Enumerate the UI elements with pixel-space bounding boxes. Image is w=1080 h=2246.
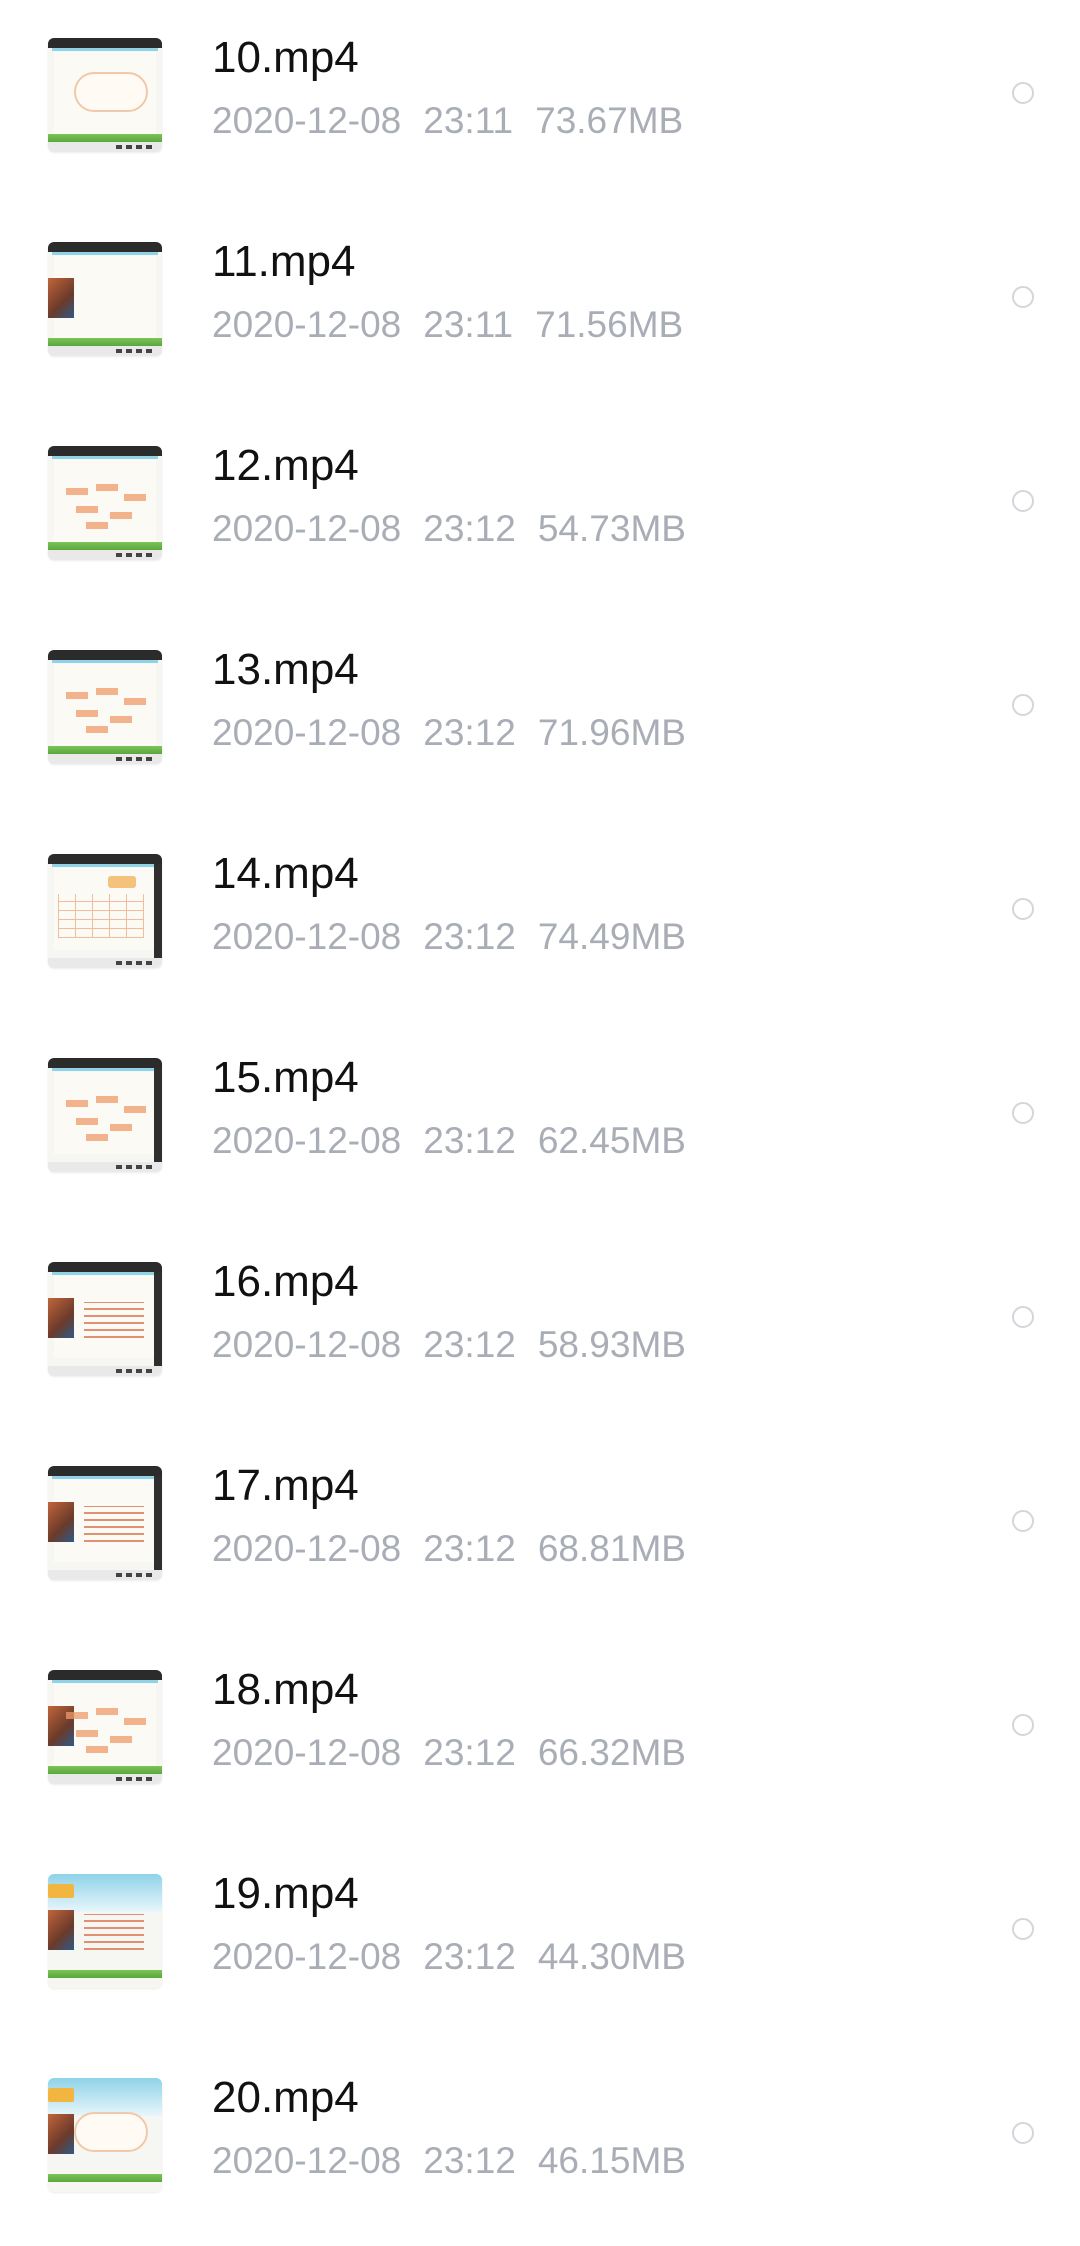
file-date: 2020-12-08 [212,1732,402,1773]
file-name: 16.mp4 [212,1257,359,1306]
file-name: 10.mp4 [212,33,359,82]
video-thumbnail-picture-icon [48,242,162,356]
list-item[interactable]: 18.mp4 2020-12-08 23:12 66.32MB [0,1632,1080,1836]
video-thumbnail-scene-icon [48,2078,162,2192]
list-item[interactable]: 19.mp4 2020-12-08 23:12 44.30MB [0,1836,1080,2040]
file-time: 23:12 [423,916,516,957]
file-time: 23:11 [423,304,514,345]
file-meta: 2020-12-08 23:12 58.93MB [212,1322,686,1368]
file-size: 71.96MB [537,712,686,753]
list-item[interactable]: 14.mp4 2020-12-08 23:12 74.49MB [0,816,1080,1020]
list-item[interactable]: 15.mp4 2020-12-08 23:12 62.45MB [0,1020,1080,1224]
file-meta: 2020-12-08 23:12 68.81MB [212,1526,686,1572]
file-time: 23:12 [423,1120,516,1161]
file-meta: 2020-12-08 23:12 62.45MB [212,1118,686,1164]
file-time: 23:12 [423,508,516,549]
file-meta: 2020-12-08 23:11 73.67MB [212,98,683,144]
video-thumbnail-mindmap-icon [48,1058,162,1172]
file-meta: 2020-12-08 23:11 71.56MB [212,302,683,348]
list-item[interactable]: 16.mp4 2020-12-08 23:12 58.93MB [0,1224,1080,1428]
select-radio[interactable] [1012,1918,1034,1940]
file-size: 62.45MB [537,1120,686,1161]
file-date: 2020-12-08 [212,508,402,549]
file-date: 2020-12-08 [212,916,402,957]
file-time: 23:12 [423,1528,516,1569]
file-name: 17.mp4 [212,1461,359,1510]
file-size: 58.93MB [537,1324,686,1365]
list-item[interactable]: 20.mp4 2020-12-08 23:12 46.15MB [0,2040,1080,2244]
file-meta: 2020-12-08 23:12 54.73MB [212,506,686,552]
file-date: 2020-12-08 [212,712,402,753]
video-thumbnail-text-icon [48,1466,162,1580]
video-thumbnail-picture-icon [48,1670,162,1784]
file-date: 2020-12-08 [212,1120,402,1161]
select-radio[interactable] [1012,1714,1034,1736]
video-thumbnail-mindmap-icon [48,446,162,560]
file-time: 23:11 [423,100,514,141]
file-meta: 2020-12-08 23:12 46.15MB [212,2138,686,2184]
list-item[interactable]: 11.mp4 2020-12-08 23:11 71.56MB [0,204,1080,408]
video-thumbnail-text-icon [48,1262,162,1376]
select-radio[interactable] [1012,1510,1034,1532]
file-name: 15.mp4 [212,1053,359,1102]
file-size: 74.49MB [537,916,686,957]
select-radio[interactable] [1012,898,1034,920]
file-name: 18.mp4 [212,1665,359,1714]
select-radio[interactable] [1012,286,1034,308]
select-radio[interactable] [1012,2122,1034,2144]
select-radio[interactable] [1012,1102,1034,1124]
file-name: 11.mp4 [212,237,356,286]
file-date: 2020-12-08 [212,1936,402,1977]
file-meta: 2020-12-08 23:12 71.96MB [212,710,686,756]
list-item[interactable]: 17.mp4 2020-12-08 23:12 68.81MB [0,1428,1080,1632]
file-time: 23:12 [423,1936,516,1977]
video-thumbnail-scene-icon [48,1874,162,1988]
file-time: 23:12 [423,1732,516,1773]
file-meta: 2020-12-08 23:12 44.30MB [212,1934,686,1980]
list-item[interactable]: 12.mp4 2020-12-08 23:12 54.73MB [0,408,1080,612]
select-radio[interactable] [1012,490,1034,512]
file-size: 46.15MB [537,2140,686,2181]
file-size: 71.56MB [535,304,684,345]
file-name: 19.mp4 [212,1869,359,1918]
video-thumbnail-table-icon [48,854,162,968]
file-date: 2020-12-08 [212,100,402,141]
video-thumbnail-cloud-icon [48,38,162,152]
file-name: 12.mp4 [212,441,359,490]
file-date: 2020-12-08 [212,1528,402,1569]
list-item[interactable]: 13.mp4 2020-12-08 23:12 71.96MB [0,612,1080,816]
file-meta: 2020-12-08 23:12 74.49MB [212,914,686,960]
file-time: 23:12 [423,712,516,753]
file-size: 68.81MB [537,1528,686,1569]
file-name: 14.mp4 [212,849,359,898]
file-time: 23:12 [423,2140,516,2181]
file-size: 54.73MB [537,508,686,549]
select-radio[interactable] [1012,82,1034,104]
file-size: 44.30MB [537,1936,686,1977]
file-date: 2020-12-08 [212,1324,402,1365]
file-size: 73.67MB [535,100,684,141]
video-thumbnail-mindmap-icon [48,650,162,764]
file-name: 20.mp4 [212,2073,359,2122]
file-name: 13.mp4 [212,645,359,694]
select-radio[interactable] [1012,694,1034,716]
file-size: 66.32MB [537,1732,686,1773]
list-item[interactable]: 10.mp4 2020-12-08 23:11 73.67MB [0,0,1080,204]
file-date: 2020-12-08 [212,304,402,345]
file-date: 2020-12-08 [212,2140,402,2181]
file-time: 23:12 [423,1324,516,1365]
file-meta: 2020-12-08 23:12 66.32MB [212,1730,686,1776]
select-radio[interactable] [1012,1306,1034,1328]
